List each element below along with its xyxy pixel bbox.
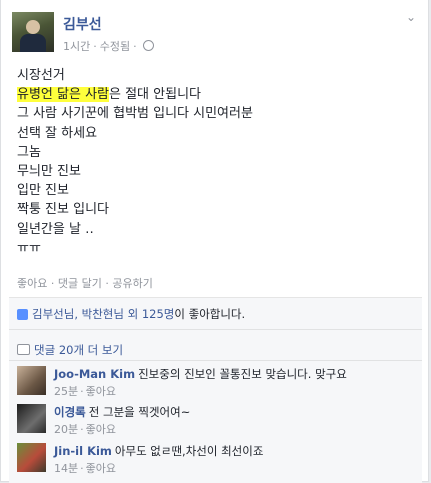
post-line: 입만 진보 [17,183,69,199]
globe-icon[interactable] [142,40,154,51]
divider [9,360,422,361]
avatar-head [26,20,40,34]
post-line: 일년간을 날 ‥ [17,221,94,237]
commenter-name[interactable]: Jin-il Kim [54,444,112,458]
highlighted-text: 유병언 닮은 사람 [17,87,109,103]
post-line-rest: 은 절대 안됩니다 [109,87,201,103]
comment-time[interactable]: 20분 [54,423,78,436]
comment-meta: 25분 · 좋아요 [54,385,116,398]
post-line: 짝퉁 진보 입니다 [17,202,109,218]
post-actions: 좋아요 · 댓글 달기 · 공유하기 [17,277,153,290]
comment-text: 아무도 없ㄹ땐,차선이 최선이죠 [114,444,264,458]
post-body: 시장선거 유병언 닮은 사람은 절대 안됩니다 그 사람 사기꾼에 협박범 입니… [17,66,253,258]
comment-text: 진보중의 진보인 꼴통진보 맞습니다. 맞구요 [138,367,347,381]
post-line: 그 사람 사기꾼에 협박범 입니다 시민여러분 [17,106,253,122]
comment-time[interactable]: 25분 [54,385,78,398]
comment-meta: 14분 · 좋아요 [54,462,116,475]
post-line-highlight: 유병언 닮은 사람은 절대 안됩니다 [17,85,253,104]
comment-time[interactable]: 14분 [54,462,78,475]
edited-label[interactable]: 수정됨 [100,40,130,53]
likes-suffix: 이 좋아합니다. [174,307,246,321]
comment-like-button[interactable]: 좋아요 [86,462,116,475]
view-more-label[interactable]: 댓글 20개 더 보기 [34,343,123,357]
comment-button[interactable]: 댓글 달기 [58,277,102,290]
post-line: 무늬만 진보 [17,164,81,180]
author-avatar[interactable] [12,12,54,52]
likers-names[interactable]: 김부선님, 박찬현님 외 [32,307,138,321]
post-line: 시장선거 [17,68,65,83]
comment-line: 이경록 전 그분을 찍겟어여~ [54,404,190,420]
comment-line: Jin-il Kim 아무도 없ㄹ땐,차선이 최선이죠 [54,443,263,459]
view-more-comments[interactable]: 댓글 20개 더 보기 [17,342,123,358]
likes-count-link[interactable]: 125명 [142,307,175,321]
comment-text: 전 그분을 찍겟어여~ [88,405,191,419]
chevron-down-icon[interactable]: ⌄ [406,10,416,24]
share-button[interactable]: 공유하기 [112,277,152,290]
commenter-name[interactable]: Joo-Man Kim [54,367,135,381]
post-line: ㅠㅠ [17,240,41,256]
commenter-avatar[interactable] [17,443,46,472]
post-card: 김부선 1시간 · 수정됨 · ⌄ 시장선거 유병언 닮은 사람은 절대 안됩니다 그… [0,0,429,483]
like-button[interactable]: 좋아요 [17,277,47,290]
avatar-body [20,34,46,52]
comment-meta: 20분 · 좋아요 [54,423,116,436]
comment-like-button[interactable]: 좋아요 [86,423,116,436]
post-line: 그놈 [17,144,41,160]
comment-like-button[interactable]: 좋아요 [86,385,116,398]
commenter-avatar[interactable] [17,404,46,433]
post-line: 선택 잘 하세요 [17,125,98,141]
author-name[interactable]: 김부선 [63,14,102,34]
post-time[interactable]: 1시간 [63,40,90,53]
likes-summary: 김부선님, 박찬현님 외 125명이 좋아합니다. [17,306,245,322]
divider [9,329,422,330]
commenter-name[interactable]: 이경록 [54,405,86,419]
feedback-section: 김부선님, 박찬현님 외 125명이 좋아합니다. 댓글 20개 더 보기 Jo… [9,297,422,483]
comment-line: Joo-Man Kim 진보중의 진보인 꼴통진보 맞습니다. 맞구요 [54,366,347,382]
commenter-avatar[interactable] [17,366,46,395]
comment-bubble-icon [17,344,30,355]
thumbs-up-icon [17,309,28,320]
post-meta: 1시간 · 수정됨 · [63,38,154,54]
